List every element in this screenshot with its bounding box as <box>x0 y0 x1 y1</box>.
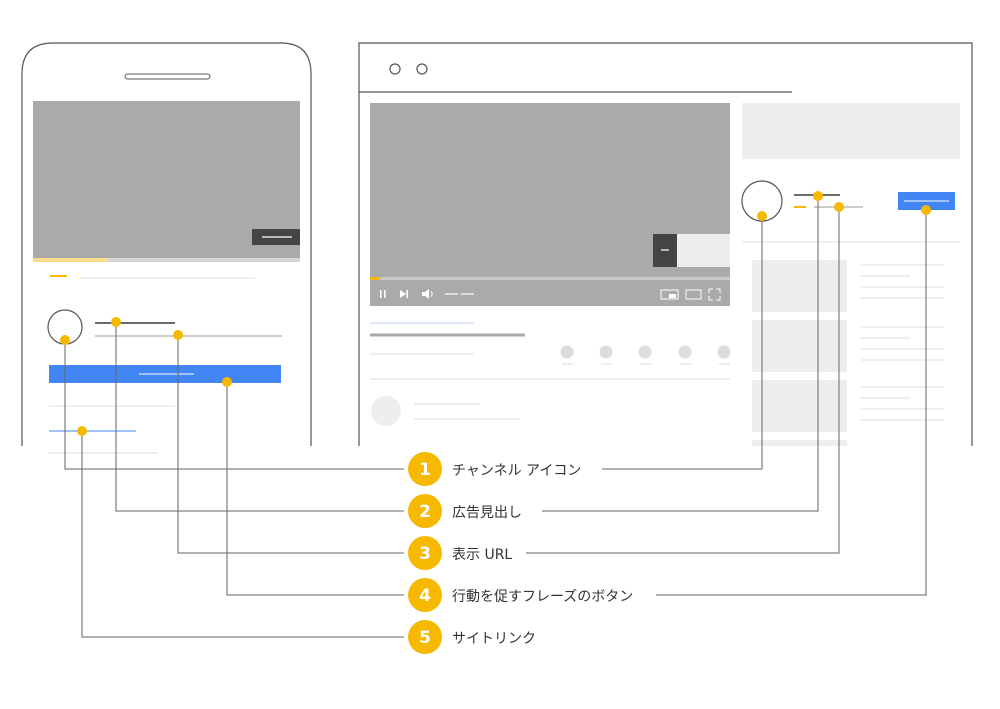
dot-4-desktop <box>921 205 931 215</box>
legend-label-2: 広告見出し <box>452 505 522 521</box>
dot-3-phone <box>173 330 183 340</box>
window-dot-2 <box>416 63 428 75</box>
dot-5-phone <box>77 426 87 436</box>
dot-2-desktop <box>813 191 823 201</box>
action-icon-5[interactable] <box>717 345 731 359</box>
legend-label-1: チャンネル アイコン <box>452 463 581 479</box>
legend-number-3: 3 <box>419 544 431 564</box>
related-thumb-1[interactable] <box>752 260 847 312</box>
dot-1-desktop <box>757 211 767 221</box>
desktop-mockup <box>358 42 973 446</box>
legend-number-1: 1 <box>419 460 431 480</box>
ad-format-diagram: 1 チャンネル アイコン 2 広告見出し 3 表示 URL 4 行動を促すフレー… <box>21 42 973 654</box>
legend-number-4: 4 <box>419 586 431 606</box>
related-thumb-2[interactable] <box>752 320 847 372</box>
action-icon-3[interactable] <box>638 345 652 359</box>
related-thumb-3[interactable] <box>752 380 847 432</box>
dot-1-phone <box>60 335 70 345</box>
window-dot-1 <box>389 63 401 75</box>
legend-item-3: 3 表示 URL <box>408 536 512 570</box>
desktop-uploader-avatar <box>371 396 401 426</box>
legend-number-5: 5 <box>419 628 431 648</box>
legend-item-1: 1 チャンネル アイコン <box>408 452 581 486</box>
desktop-video-area <box>370 103 730 306</box>
legend-item-4: 4 行動を促すフレーズのボタン <box>408 578 633 612</box>
connector-5-phone <box>81 431 404 638</box>
phone-speaker <box>124 73 211 80</box>
action-icon-2[interactable] <box>599 345 613 359</box>
desktop-progress-fill <box>370 277 380 280</box>
dot-2-phone <box>111 317 121 327</box>
legend-label-4: 行動を促すフレーズのボタン <box>452 589 633 605</box>
phone-progress-fill <box>33 258 108 262</box>
action-icon-4[interactable] <box>678 345 692 359</box>
legend-item-5: 5 サイトリンク <box>408 620 536 654</box>
desktop-progress-track <box>370 277 730 280</box>
dot-4-phone <box>222 377 232 387</box>
legend-label-3: 表示 URL <box>452 547 512 563</box>
related-thumb-4[interactable] <box>752 440 847 446</box>
desktop-ad-preview-box <box>677 234 730 267</box>
action-icon-1[interactable] <box>560 345 574 359</box>
dot-3-desktop <box>834 202 844 212</box>
legend-item-2: 2 広告見出し <box>408 494 522 528</box>
companion-banner <box>742 103 960 159</box>
legend-number-2: 2 <box>419 502 431 522</box>
legend-label-5: サイトリンク <box>452 631 536 647</box>
